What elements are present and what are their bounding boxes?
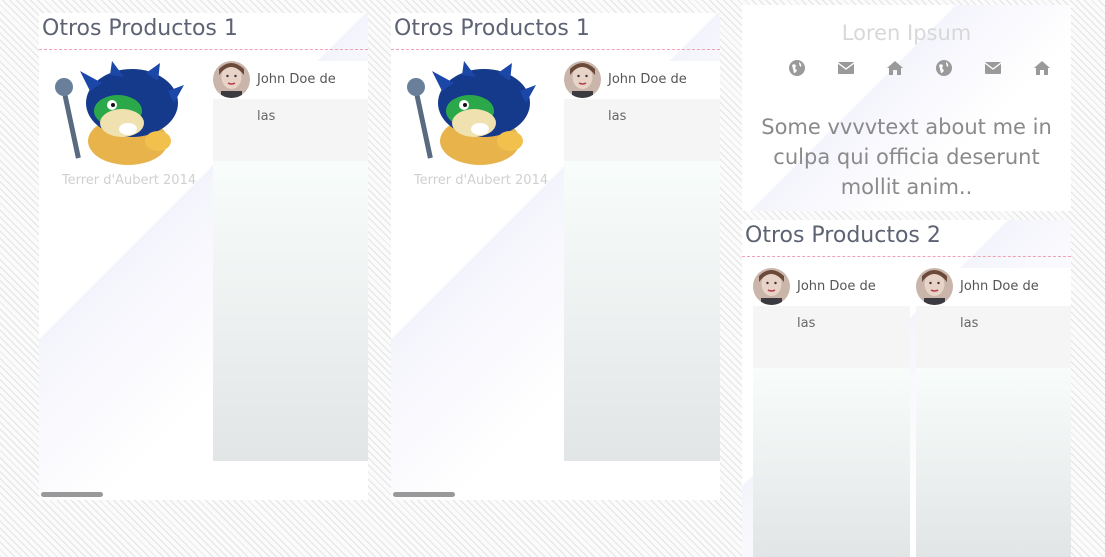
panel-divider xyxy=(39,49,368,50)
comment-card: John Doe de las xyxy=(753,268,910,557)
comment-background xyxy=(213,161,368,461)
social-icons-row xyxy=(788,59,1071,79)
comment-author[interactable]: John Doe de xyxy=(257,72,336,87)
comment-header: John Doe de xyxy=(753,268,910,306)
comment-author[interactable]: John Doe de xyxy=(960,279,1039,294)
home-icon[interactable] xyxy=(1033,59,1051,77)
comment-text: las xyxy=(960,316,979,331)
about-title: Loren Ipsum xyxy=(841,21,972,45)
comment-text: las xyxy=(257,109,276,124)
panel-title: Otros Productos 2 xyxy=(745,223,941,248)
otros-productos-2-panel: Otros Productos 2 John Doe de las John D… xyxy=(742,220,1071,557)
avatar[interactable] xyxy=(916,268,953,305)
avatar[interactable] xyxy=(753,268,790,305)
product-image[interactable] xyxy=(402,61,538,167)
comment-author[interactable]: John Doe de xyxy=(608,72,687,87)
panel-title: Otros Productos 1 xyxy=(394,16,590,41)
avatar[interactable] xyxy=(213,61,250,98)
otros-productos-panel-2: Otros Productos 1 Terrer d'Aubert 2014 J… xyxy=(391,13,720,500)
globe-icon[interactable] xyxy=(935,59,953,77)
comment-card: John Doe de las xyxy=(564,61,720,461)
horizontal-scrollbar-thumb[interactable] xyxy=(393,492,455,497)
comment-card: John Doe de las xyxy=(213,61,368,461)
horizontal-scrollbar-thumb[interactable] xyxy=(41,492,103,497)
comment-text: las xyxy=(608,109,627,124)
avatar[interactable] xyxy=(564,61,601,98)
panel-title: Otros Productos 1 xyxy=(42,16,238,41)
product-caption: Terrer d'Aubert 2014 xyxy=(61,173,197,188)
product-caption: Terrer d'Aubert 2014 xyxy=(413,173,549,188)
comment-text: las xyxy=(797,316,816,331)
comment-body: las xyxy=(213,99,368,161)
envelope-icon[interactable] xyxy=(984,59,1002,77)
about-text: Some vvvvtext about me in culpa qui offi… xyxy=(761,115,1052,199)
comment-background xyxy=(753,368,910,557)
koopa-character-image xyxy=(55,61,184,165)
panel-divider xyxy=(391,49,720,50)
envelope-icon[interactable] xyxy=(837,59,855,77)
comment-background xyxy=(564,161,720,461)
product-image[interactable] xyxy=(50,61,186,167)
comment-body: las xyxy=(753,306,910,368)
comment-header: John Doe de xyxy=(213,61,368,99)
panel-divider xyxy=(742,256,1071,257)
comment-card: John Doe de las xyxy=(916,268,1071,557)
koopa-character-image xyxy=(407,61,536,165)
about-panel: Loren Ipsum Some vvvvtext about me in cu… xyxy=(742,5,1071,211)
home-icon[interactable] xyxy=(886,59,904,77)
comment-header: John Doe de xyxy=(916,268,1071,306)
otros-productos-panel-1: Otros Productos 1 Terrer d'Aubert 2014 J… xyxy=(39,13,368,500)
comment-author[interactable]: John Doe de xyxy=(797,279,876,294)
comment-body: las xyxy=(564,99,720,161)
comment-body: las xyxy=(916,306,1071,368)
globe-icon[interactable] xyxy=(788,59,806,77)
comment-background xyxy=(916,368,1071,557)
comment-header: John Doe de xyxy=(564,61,720,99)
